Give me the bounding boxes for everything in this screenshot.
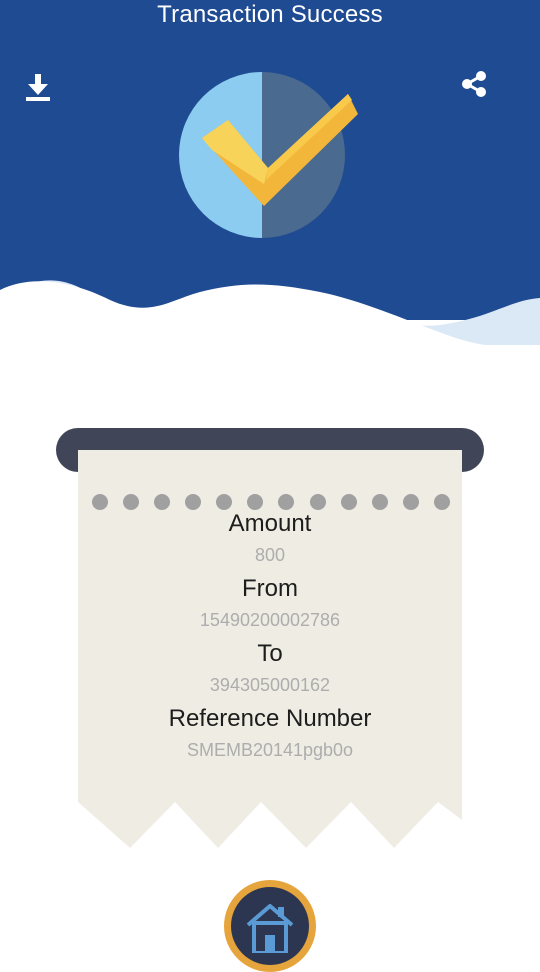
download-button[interactable] (25, 72, 65, 112)
receipt-card: Amount 800 From 15490200002786 To 394305… (78, 450, 462, 850)
from-value: 15490200002786 (199, 610, 341, 630)
share-icon (462, 71, 486, 97)
download-icon (26, 74, 50, 101)
reference-number-value: SMEMB20141pgb0o (186, 740, 354, 760)
from-label: From (242, 575, 298, 602)
page-title: Transaction Success (157, 1, 383, 28)
reference-number-label: Reference Number (168, 705, 372, 732)
share-button[interactable] (460, 70, 500, 110)
to-label: To (257, 640, 283, 667)
home-icon (246, 904, 294, 953)
to-value: 394305000162 (209, 675, 331, 695)
header-banner: Transaction Success (0, 0, 540, 380)
check-badge-icon (179, 72, 358, 238)
amount-value: 800 (254, 545, 286, 565)
home-button-inner (231, 887, 309, 965)
success-badge (172, 68, 367, 243)
home-button[interactable] (224, 880, 316, 972)
transaction-details: Amount 800 From 15490200002786 To 394305… (78, 508, 462, 768)
amount-label: Amount (228, 510, 312, 537)
